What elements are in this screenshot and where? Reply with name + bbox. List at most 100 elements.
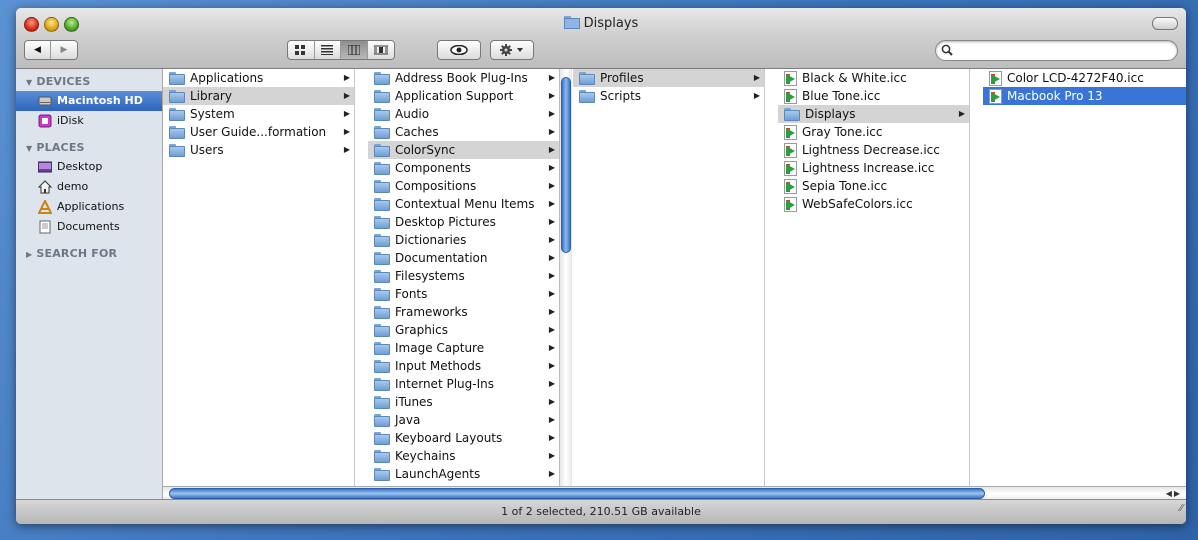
disclosure-arrow-icon: ▶: [548, 163, 555, 172]
column-2-item[interactable]: Components ▶: [368, 159, 559, 177]
item-label: Macbook Pro 13: [1007, 89, 1103, 103]
folder-icon: [169, 89, 185, 103]
folder-icon: [374, 269, 390, 283]
column-2-scrollbar[interactable]: [559, 69, 572, 486]
column-3-item[interactable]: Scripts ▶: [573, 87, 764, 105]
sidebar-item-idisk[interactable]: iDisk: [16, 111, 162, 131]
column-1-item[interactable]: Library ▶: [163, 87, 354, 105]
column-3[interactable]: Profiles ▶ Scripts ▶: [573, 69, 765, 486]
column-1-item[interactable]: User Guide...formation ▶: [163, 123, 354, 141]
item-label: Profiles: [600, 71, 644, 85]
column-4-item[interactable]: WebSafeColors.icc: [778, 195, 969, 213]
title-bar[interactable]: Displays ◀ ▶: [16, 8, 1186, 69]
folder-icon: [169, 143, 185, 157]
search-for-heading[interactable]: ▶ SEARCH FOR: [26, 245, 162, 263]
column-4-item[interactable]: Sepia Tone.icc: [778, 177, 969, 195]
column-2-item[interactable]: Desktop Pictures ▶: [368, 213, 559, 231]
column-2-item[interactable]: Input Methods ▶: [368, 357, 559, 375]
column-2-item[interactable]: iTunes ▶: [368, 393, 559, 411]
column-3-item[interactable]: Profiles ▶: [573, 69, 764, 87]
disclosure-triangle-icon[interactable]: ▼: [26, 140, 32, 158]
column-view-button[interactable]: [341, 41, 368, 59]
column-1[interactable]: Applications ▶ Library ▶ System ▶ User Guide..…: [163, 69, 355, 486]
column-1-item[interactable]: Users ▶: [163, 141, 354, 159]
column-4-item[interactable]: Lightness Decrease.icc: [778, 141, 969, 159]
column-2-item[interactable]: Caches ▶: [368, 123, 559, 141]
places-heading[interactable]: ▼ PLACES: [26, 139, 162, 157]
disclosure-arrow-icon: ▶: [548, 307, 555, 316]
column-2-item[interactable]: Address Book Plug-Ins ▶: [368, 69, 559, 87]
column-5-item[interactable]: Color LCD-4272F40.icc: [983, 69, 1186, 87]
item-label: Library: [190, 89, 232, 103]
column-2-item[interactable]: Documentation ▶: [368, 249, 559, 267]
column-2-scroll-thumb[interactable]: [561, 77, 571, 253]
column-2-item[interactable]: Contextual Menu Items ▶: [368, 195, 559, 213]
column-2-item[interactable]: Internet Plug-Ins ▶: [368, 375, 559, 393]
item-label: Displays: [805, 107, 856, 121]
column-2-item[interactable]: Fonts ▶: [368, 285, 559, 303]
item-label: LaunchAgents: [395, 467, 481, 481]
toolbar-toggle-button[interactable]: [1152, 17, 1178, 30]
item-label: Applications: [190, 71, 264, 85]
column-2-item[interactable]: Graphics ▶: [368, 321, 559, 339]
column-2-item[interactable]: LaunchAgents ▶: [368, 465, 559, 483]
column-4-item[interactable]: Gray Tone.icc: [778, 123, 969, 141]
search-field[interactable]: [935, 40, 1178, 61]
sidebar-item-macintosh-hd[interactable]: Macintosh HD: [16, 91, 162, 111]
column-1-item[interactable]: System ▶: [163, 105, 354, 123]
column-2-item[interactable]: ColorSync ▶: [368, 141, 559, 159]
sidebar-item-label: demo: [57, 180, 89, 193]
column-4-item[interactable]: Blue Tone.icc: [778, 87, 969, 105]
disclosure-arrow-icon: ▶: [548, 145, 555, 154]
item-label: Image Capture: [395, 341, 485, 355]
column-2-item[interactable]: Java ▶: [368, 411, 559, 429]
folder-icon: [374, 377, 390, 391]
column-4-item[interactable]: Displays ▶: [778, 105, 969, 123]
column-2-item[interactable]: Keychains ▶: [368, 447, 559, 465]
column-5[interactable]: Color LCD-4272F40.icc Macbook Pro 13: [983, 69, 1186, 486]
disclosure-triangle-icon[interactable]: ▶: [26, 246, 32, 264]
action-menu-button[interactable]: [490, 40, 534, 60]
cover-flow-button[interactable]: [367, 41, 394, 59]
back-button[interactable]: ◀: [25, 41, 51, 59]
sidebar-item-applications[interactable]: Applications: [16, 197, 162, 217]
column-2-item[interactable]: Frameworks ▶: [368, 303, 559, 321]
column-1-item[interactable]: Applications ▶: [163, 69, 354, 87]
column-5-item[interactable]: Macbook Pro 13: [983, 87, 1186, 105]
column-2-item[interactable]: Keyboard Layouts ▶: [368, 429, 559, 447]
quick-look-button[interactable]: [437, 40, 481, 60]
folder-icon: [784, 107, 800, 121]
icon-view-button[interactable]: [288, 41, 315, 59]
folder-icon: [374, 359, 390, 373]
column-2-item[interactable]: Dictionaries ▶: [368, 231, 559, 249]
item-label: Input Methods: [395, 359, 482, 373]
disclosure-triangle-icon[interactable]: ▼: [26, 74, 32, 92]
column-2[interactable]: Address Book Plug-Ins ▶ Application Suppor…: [368, 69, 559, 486]
list-view-button[interactable]: [314, 41, 342, 59]
devices-heading[interactable]: ▼ DEVICES: [26, 73, 162, 91]
sidebar-item-label: Macintosh HD: [57, 94, 143, 107]
folder-icon: [374, 413, 390, 427]
column-2-item[interactable]: Application Support ▶: [368, 87, 559, 105]
column-4[interactable]: Black & White.icc Blue Tone.icc Displays ▶ G…: [778, 69, 970, 486]
sidebar-item-desktop[interactable]: Desktop: [16, 157, 162, 177]
column-2-item[interactable]: Filesystems ▶: [368, 267, 559, 285]
item-label: Scripts: [600, 89, 642, 103]
column-2-item[interactable]: Compositions ▶: [368, 177, 559, 195]
color-profile-icon: [784, 70, 797, 86]
sidebar-item-demo[interactable]: demo: [16, 177, 162, 197]
item-label: Keychains: [395, 449, 456, 463]
search-input[interactable]: [956, 43, 1170, 59]
resize-grip-icon[interactable]: ⁄⁄: [1180, 497, 1183, 521]
horizontal-scroll-thumb[interactable]: [169, 488, 985, 499]
column-4-item[interactable]: Black & White.icc: [778, 69, 969, 87]
forward-button[interactable]: ▶: [51, 41, 77, 59]
item-label: ColorSync: [395, 143, 456, 157]
column-2-item[interactable]: Audio ▶: [368, 105, 559, 123]
column-2-item[interactable]: Image Capture ▶: [368, 339, 559, 357]
sidebar-item-documents[interactable]: Documents: [16, 217, 162, 237]
disclosure-arrow-icon: ▶: [548, 433, 555, 442]
list-view-icon: [321, 45, 334, 55]
item-label: Fonts: [395, 287, 428, 301]
column-4-item[interactable]: Lightness Increase.icc: [778, 159, 969, 177]
